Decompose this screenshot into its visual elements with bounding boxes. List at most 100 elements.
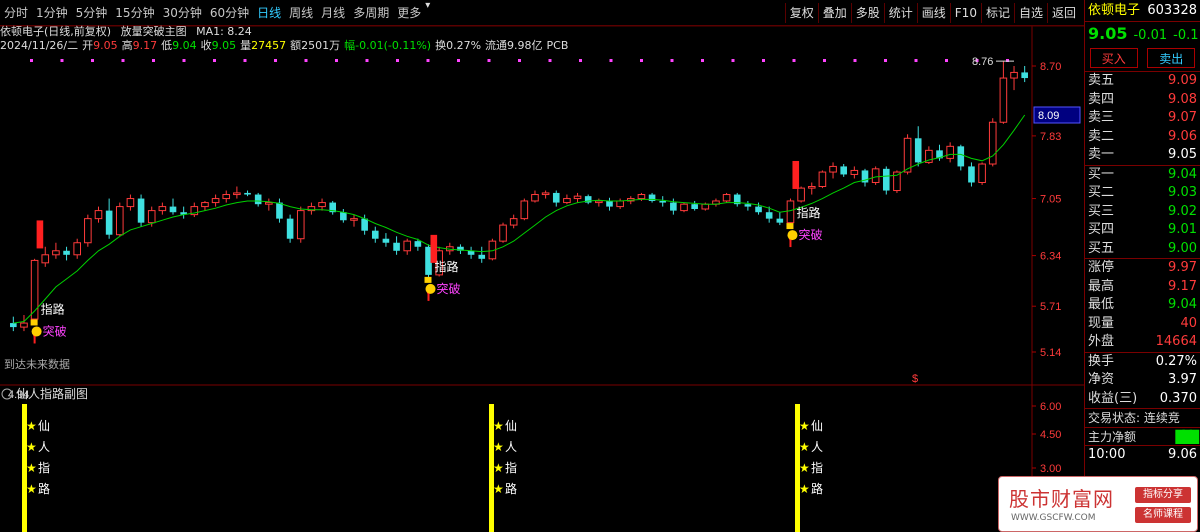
candle-body[interactable] xyxy=(73,242,81,256)
toolbar-button[interactable]: 多股 xyxy=(850,3,884,23)
candle-body[interactable] xyxy=(340,212,347,221)
candle-body[interactable] xyxy=(244,192,251,195)
candle-body[interactable] xyxy=(829,165,837,173)
candle-body[interactable] xyxy=(254,194,262,205)
stat-row[interactable]: 外盘 14664 xyxy=(1085,333,1200,352)
candle-body[interactable] xyxy=(276,202,283,219)
ask-row[interactable]: 卖四 9.08 xyxy=(1085,91,1200,110)
toolbar-button[interactable]: F10 xyxy=(949,3,981,23)
candle-body[interactable] xyxy=(968,166,975,183)
period-tab[interactable]: 更多 xyxy=(393,0,425,26)
period-tab[interactable]: 30分钟 xyxy=(159,0,206,26)
period-tab[interactable]: 月线 xyxy=(317,0,349,26)
candle-body[interactable] xyxy=(701,203,710,210)
stat-row[interactable]: 最高 9.17 xyxy=(1085,278,1200,297)
candle-body[interactable] xyxy=(94,210,103,220)
candle-body[interactable] xyxy=(520,200,529,220)
toolbar-button[interactable]: 叠加 xyxy=(817,3,851,23)
chart-area[interactable]: 8.70 7.83 7.05 6.34 5.71 5.14 8.09 指路 突破 指路 突破 指路 突破… xyxy=(0,25,1084,532)
candle-body[interactable] xyxy=(818,171,827,188)
candle-body[interactable] xyxy=(807,186,816,189)
candle-body[interactable] xyxy=(882,168,890,191)
toolbar-button[interactable]: 返回 xyxy=(1046,3,1080,23)
candle-body[interactable] xyxy=(414,241,422,247)
period-tab[interactable]: 60分钟 xyxy=(206,0,253,26)
candle-body[interactable] xyxy=(393,242,400,251)
candle-body[interactable] xyxy=(137,198,145,223)
period-tab[interactable]: 5分钟 xyxy=(72,0,112,26)
period-tab[interactable]: 分时 xyxy=(0,0,32,26)
candle-body[interactable] xyxy=(637,194,646,200)
candle-body[interactable] xyxy=(10,323,17,328)
candle-body[interactable] xyxy=(115,206,124,236)
subchart-title[interactable]: 仙人指路副图 xyxy=(16,386,88,401)
ask-row[interactable]: 卖三 9.07 xyxy=(1085,109,1200,128)
candle-body[interactable] xyxy=(850,169,859,175)
candle-body[interactable] xyxy=(509,218,518,226)
toolbar-button[interactable]: 统计 xyxy=(883,3,917,23)
candle-body[interactable] xyxy=(616,200,624,208)
stat-row[interactable]: 涨停 9.97 xyxy=(1085,259,1200,278)
indicator-name[interactable]: 放量突破主图 xyxy=(121,25,187,38)
ask-row[interactable]: 卖一 9.05 xyxy=(1085,146,1200,165)
ad-tag-course[interactable]: 名师课程 xyxy=(1135,507,1191,523)
period-tab[interactable]: 多周期 xyxy=(349,0,393,26)
candle-body[interactable] xyxy=(670,202,677,211)
candle-body[interactable] xyxy=(1010,71,1018,79)
candle-body[interactable] xyxy=(63,250,70,255)
stats2-row[interactable]: 收益(三) 0.370 xyxy=(1085,390,1200,409)
candle-body[interactable] xyxy=(318,202,326,208)
candle-body[interactable] xyxy=(1021,72,1028,79)
candle-body[interactable] xyxy=(361,218,368,231)
candle-body[interactable] xyxy=(786,200,795,224)
toolbar-button[interactable]: 复权 xyxy=(784,3,818,23)
bid-row[interactable]: 买五 9.00 xyxy=(1085,240,1200,259)
bid-row[interactable]: 买二 9.03 xyxy=(1085,184,1200,203)
candle-body[interactable] xyxy=(478,254,486,259)
candle-body[interactable] xyxy=(606,200,613,207)
candle-body[interactable] xyxy=(403,240,412,252)
candle-body[interactable] xyxy=(20,322,28,328)
sell-button[interactable]: 卖出 xyxy=(1147,48,1196,68)
bid-row[interactable]: 买三 9.02 xyxy=(1085,203,1200,222)
candle-body[interactable] xyxy=(84,218,92,244)
more-dropdown-icon[interactable]: ▾ xyxy=(425,0,430,26)
toolbar-button[interactable]: 自选 xyxy=(1013,3,1047,23)
candle-body[interactable] xyxy=(233,192,241,196)
candle-body[interactable] xyxy=(722,194,731,202)
candle-body[interactable] xyxy=(265,202,273,205)
bid-row[interactable]: 买一 9.04 xyxy=(1085,166,1200,185)
candle-body[interactable] xyxy=(552,192,560,203)
period-tab[interactable]: 日线 xyxy=(253,0,285,26)
candle-body[interactable] xyxy=(659,200,667,203)
candle-body[interactable] xyxy=(296,210,305,240)
watermark-ad[interactable]: 股市财富网 WWW.GSCFW.COM 指标分享 名师课程 xyxy=(998,476,1198,532)
period-tab[interactable]: 周线 xyxy=(285,0,317,26)
candle-body[interactable] xyxy=(999,77,1008,123)
toolbar-button[interactable]: 画线 xyxy=(916,3,950,23)
stats2-row[interactable]: 换手 0.27% xyxy=(1085,353,1200,372)
stat-row[interactable]: 最低 9.04 xyxy=(1085,296,1200,315)
candle-body[interactable] xyxy=(914,138,922,163)
candle-body[interactable] xyxy=(595,200,603,204)
bid-row[interactable]: 买四 9.01 xyxy=(1085,221,1200,240)
candle-body[interactable] xyxy=(105,210,113,235)
buy-button[interactable]: 买入 xyxy=(1089,48,1138,68)
candle-body[interactable] xyxy=(211,198,220,204)
candle-body[interactable] xyxy=(201,202,209,208)
candle-body[interactable] xyxy=(797,187,805,202)
candle-body[interactable] xyxy=(755,206,762,213)
candle-body[interactable] xyxy=(563,198,571,204)
ask-row[interactable]: 卖五 9.09 xyxy=(1085,72,1200,91)
candle-body[interactable] xyxy=(871,168,880,183)
candle-body[interactable] xyxy=(541,192,550,196)
candle-body[interactable] xyxy=(286,218,294,239)
candle-body[interactable] xyxy=(158,206,167,212)
candle-body[interactable] xyxy=(531,194,539,202)
candle-body[interactable] xyxy=(691,204,698,209)
candle-body[interactable] xyxy=(41,254,50,264)
candle-body[interactable] xyxy=(840,166,847,175)
period-tab[interactable]: 1分钟 xyxy=(32,0,72,26)
candle-body[interactable] xyxy=(957,146,965,167)
ad-tag-indicator[interactable]: 指标分享 xyxy=(1135,487,1191,503)
